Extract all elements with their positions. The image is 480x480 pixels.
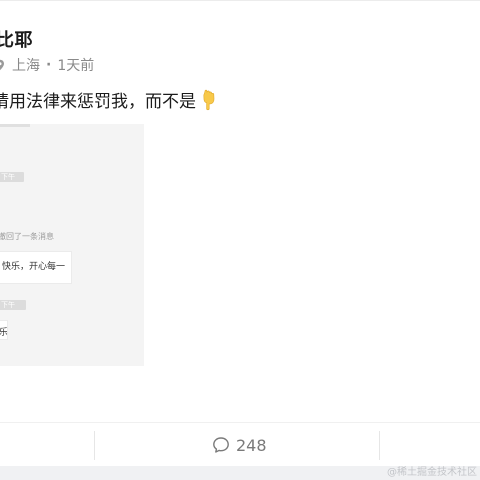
pointing-down-emoji-icon xyxy=(198,89,220,111)
action-divider xyxy=(379,431,380,460)
author-name[interactable]: 比耶 xyxy=(0,26,33,52)
chat-system-message: 撤回了一条消息 xyxy=(0,232,54,241)
chat-top-bar xyxy=(0,124,30,127)
post-text: 请用法律来惩罚我，而不是 xyxy=(0,92,196,112)
watermark: @稀土掘金技术社区 xyxy=(387,467,477,478)
comment-count: 248 xyxy=(236,435,267,455)
chat-message-bubble: 快乐，开心每一 xyxy=(0,251,72,284)
action-divider xyxy=(94,431,95,460)
post-image[interactable]: 下午 撤回了一条消息 快乐，开心每一 下午 乐 xyxy=(0,124,144,366)
chat-timestamp: 下午 xyxy=(0,172,24,182)
top-divider xyxy=(0,0,480,1)
chat-message-bubble: 乐 xyxy=(0,320,8,340)
action-bar-divider xyxy=(0,422,480,423)
post-location: 上海 xyxy=(12,58,40,74)
meta-separator: · xyxy=(46,57,52,73)
comment-button[interactable]: 248 xyxy=(212,434,267,456)
weibo-post-card: 比耶 上海 · 1天前 请用法律来惩罚我，而不是 下午 撤回了一条消息 快乐，开… xyxy=(0,0,480,480)
chat-timestamp: 下午 xyxy=(0,300,26,310)
location-pin-icon xyxy=(0,59,6,71)
post-body: 请用法律来惩罚我，而不是 xyxy=(0,87,220,112)
post-time: 1天前 xyxy=(57,58,95,74)
post-meta: 上海 · 1天前 xyxy=(0,55,94,75)
comment-bubble-icon xyxy=(213,437,229,453)
